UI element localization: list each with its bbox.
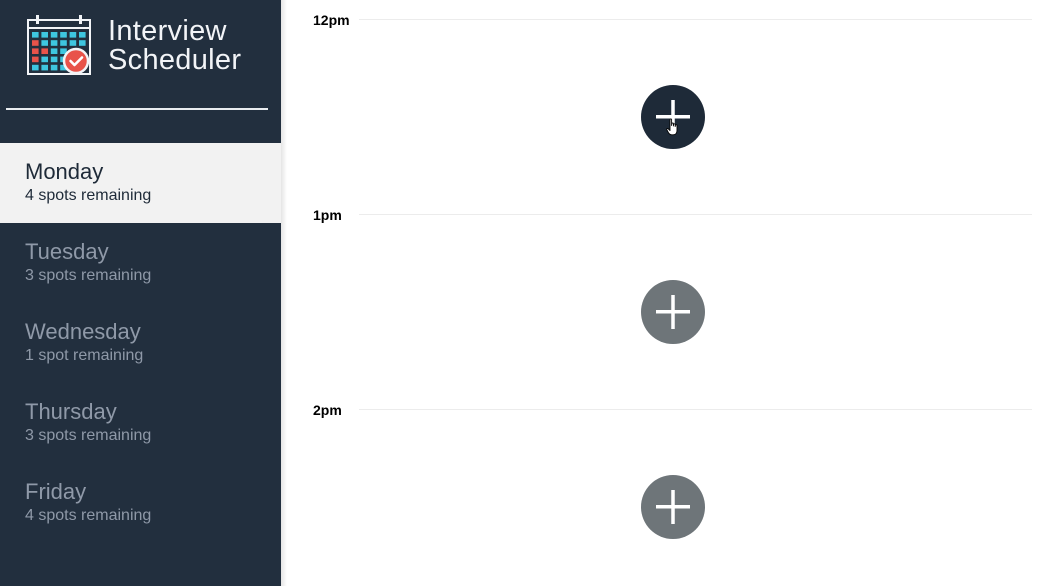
sidebar-divider: [6, 108, 268, 110]
sidebar-nav: Interview Scheduler Monday 4 spots remai…: [0, 0, 281, 586]
time-slot-1pm: 1pm: [287, 195, 1053, 390]
day-spots-remaining: 3 spots remaining: [25, 427, 152, 444]
day-name: Tuesday: [25, 239, 109, 264]
add-appointment-button[interactable]: [641, 475, 705, 539]
calendar-logo-icon: [27, 15, 91, 75]
slot-divider: [359, 214, 1032, 215]
day-name: Friday: [25, 479, 87, 504]
day-spots-remaining: 3 spots remaining: [25, 267, 152, 284]
day-name: Monday: [25, 159, 104, 184]
add-appointment-button[interactable]: [641, 85, 705, 149]
slot-time-label: 1pm: [313, 207, 342, 223]
day-name: Thursday: [25, 399, 117, 424]
app-title-line1: Interview: [108, 15, 227, 47]
slot-time-label: 2pm: [313, 402, 342, 418]
schedule-area: 12pm 1pm 2pm: [287, 0, 1053, 586]
time-slot-12pm: 12pm: [287, 0, 1053, 195]
app-title: Interview Scheduler: [108, 17, 241, 75]
day-item-monday[interactable]: Monday 4 spots remaining: [0, 143, 281, 223]
plus-icon: [656, 490, 690, 524]
slot-divider: [359, 409, 1032, 410]
app-title-line2: Scheduler: [108, 44, 242, 76]
day-list: Monday 4 spots remaining Tuesday 3 spots…: [0, 143, 281, 543]
hand-cursor-icon: [666, 118, 678, 136]
slot-time-label: 12pm: [313, 12, 350, 28]
plus-icon: [656, 295, 690, 329]
day-item-thursday[interactable]: Thursday 3 spots remaining: [0, 383, 281, 463]
day-item-tuesday[interactable]: Tuesday 3 spots remaining: [0, 223, 281, 303]
slot-divider: [359, 19, 1032, 20]
brand: Interview Scheduler: [26, 14, 276, 78]
add-appointment-button[interactable]: [641, 280, 705, 344]
day-name: Wednesday: [25, 319, 141, 344]
day-item-friday[interactable]: Friday 4 spots remaining: [0, 463, 281, 543]
day-spots-remaining: 4 spots remaining: [25, 507, 152, 524]
day-item-wednesday[interactable]: Wednesday 1 spot remaining: [0, 303, 281, 383]
day-spots-remaining: 1 spot remaining: [25, 347, 144, 364]
day-spots-remaining: 4 spots remaining: [25, 187, 152, 204]
plus-icon: [656, 100, 690, 134]
time-slot-2pm: 2pm: [287, 390, 1053, 585]
